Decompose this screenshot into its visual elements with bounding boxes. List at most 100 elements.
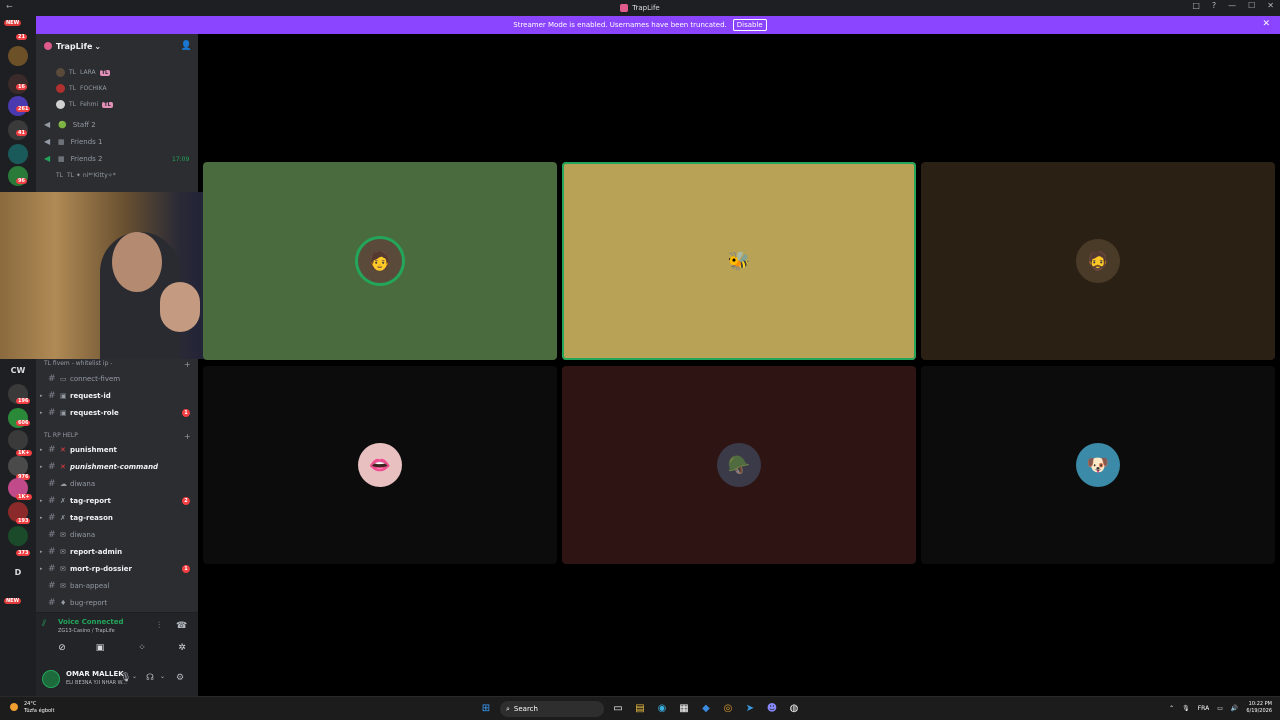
minimize-button[interactable]: — [1228,1,1236,10]
channel-punishment-command[interactable]: ▸ # ✕ punishment-command [40,459,196,474]
participant-tile[interactable]: 🪖 [562,366,916,564]
noise-suppression-icon[interactable]: ⫶ [158,621,160,631]
signal-icon[interactable]: ⫽ [42,619,46,629]
streamer-hands [160,282,200,332]
discord-icon[interactable]: ☻ [764,701,780,717]
participant-tile[interactable]: 👄 [203,366,557,564]
unread-badge: 1 [182,408,190,417]
store-icon[interactable]: ▦ [676,701,692,717]
server-name: TrapLife [56,41,93,51]
obs-icon[interactable]: ◍ [786,701,802,717]
activities-button[interactable]: ⁘ [126,643,158,658]
server-cw[interactable]: CW [8,366,28,375]
maximize-button[interactable]: ☐ [1248,1,1255,10]
expand-icon: ▸ [40,463,43,470]
channel-emoji: ♦ [60,598,67,607]
participant-tile[interactable]: 🧑 [203,162,557,360]
camera-off-button[interactable]: ⊘ [46,643,78,658]
clock-time: 10:22 PM [1248,701,1272,707]
volume-icon[interactable]: 🔊 [1231,705,1238,712]
mention-badge: 606 [16,420,31,426]
chevron-down-icon: ⌄ [94,41,102,51]
mention-badge: 16 [16,84,27,90]
network-icon[interactable]: ▭ [1217,705,1223,712]
participant-tile[interactable]: 🧔 [921,162,1275,360]
cloud-icon: ☁ [60,479,67,488]
channel-ban-appeal[interactable]: # ✉ ban-appeal [40,578,196,593]
disable-streamer-button[interactable]: Disable [732,19,767,31]
channel-request-id[interactable]: ▸ # ▣ request-id [40,388,196,403]
voice-user[interactable]: TL Fehmi TL [56,100,113,109]
voice-user[interactable]: TL FOCHIKA [56,84,107,93]
task-view-icon[interactable]: ▭ [610,701,626,717]
channel-punishment[interactable]: ▸ # ✕ punishment [40,442,196,457]
server-icon[interactable] [8,526,28,546]
hash-icon: # [48,580,56,591]
voice-user[interactable]: TL TL ✦ ni*ᵏKitty✧* [56,172,116,179]
voice-location[interactable]: ZG13-Casino / TrapLife [58,628,115,634]
user-tag: TL [69,85,77,92]
soundboard-button[interactable]: ✲ [166,643,198,658]
start-icon[interactable]: ⊞ [478,701,494,717]
channel-connect-fivem[interactable]: # ▭ connect-fivem [40,371,196,386]
voice-channel-staff-2[interactable]: ◀ 🟢 Staff 2 [44,121,96,130]
avatar[interactable] [42,670,60,688]
windows-taskbar: 24°C Tüzfa égbolt ⊞ ⌕ Search ▭ ▤ ◉ ▦ ◆ ◎… [0,696,1280,720]
channel-name: Staff 2 [72,121,96,129]
invite-user-icon[interactable]: 👤 [181,41,192,51]
microphone-icon[interactable]: 🎙 [120,673,131,683]
participant-tile[interactable]: 🐝 [562,162,916,360]
clock[interactable]: 10:22 PM 6/19/2026 [1246,701,1272,715]
file-explorer-icon[interactable]: ▤ [632,701,648,717]
app-icon[interactable]: ◆ [698,701,714,717]
server-d[interactable]: D [8,568,28,577]
disconnect-icon[interactable]: ☎ [176,621,187,631]
window-title: TrapLife [632,4,660,12]
screen-share-button[interactable]: ▣ [84,643,116,658]
chevron-down-icon[interactable]: ⌄ [160,673,165,680]
username[interactable]: OMAR MALLEK [66,670,124,678]
mic-icon[interactable]: 🎙 [1182,705,1190,712]
channel-request-role[interactable]: ▸ # ▣ request-role 1 [40,405,196,420]
channel-tag-reason[interactable]: ▸ # ✗ tag-reason [40,510,196,525]
title-bar: ← TrapLife □ ? — ☐ ✕ [0,0,1280,16]
server-icon[interactable] [8,46,28,66]
user-panel: OMAR MALLEK ELI BE3NA Y.II NHAR W... 🎙 ⌄… [36,662,198,696]
channel-tag-report[interactable]: ▸ # ✗ tag-report 2 [40,493,196,508]
close-window-button[interactable]: ✕ [1267,1,1274,10]
back-arrow-icon[interactable]: ← [6,2,13,11]
category-rp-help[interactable]: TL RP HELP + [44,432,191,441]
steam-icon[interactable]: ➤ [742,701,758,717]
voice-channel-friends-2[interactable]: ◀ ▦ Friends 2 17:09 [44,155,189,164]
server-icon[interactable] [8,144,28,164]
participant-tile[interactable]: 🐶 [921,366,1275,564]
server-icon[interactable] [8,430,28,450]
help-icon[interactable]: ? [1212,1,1216,10]
chrome-icon[interactable]: ◎ [720,701,736,717]
channel-diwana[interactable]: # ✉ diwana [40,527,196,542]
add-channel-icon[interactable]: + [184,360,191,369]
chevron-up-icon[interactable]: ⌃ [1169,705,1174,712]
edge-icon[interactable]: ◉ [654,701,670,717]
channel-name: mort-rp-dossier [70,564,132,573]
taskbar-search[interactable]: ⌕ Search [500,701,604,717]
settings-gear-icon[interactable]: ⚙ [176,673,184,683]
channel-name: request-id [70,391,111,400]
voice-user[interactable]: TL LARA TL [56,68,111,77]
headphones-icon[interactable]: ☊ [146,673,154,683]
server-header[interactable]: TrapLife ⌄ 👤 [36,34,198,58]
channel-diwana[interactable]: # ☁ diwana [40,476,196,491]
channel-mort-rp-dossier[interactable]: ▸ # ✉ mort-rp-dossier 1 [40,561,196,576]
chevron-down-icon[interactable]: ⌄ [132,673,137,680]
category-fivem[interactable]: TL fivem - whitelist ip - + [44,360,191,369]
channel-bug-report[interactable]: # ♦ bug-report [40,595,196,610]
close-banner-icon[interactable]: ✕ [1262,19,1270,29]
server-icon[interactable] [8,456,28,476]
language-indicator[interactable]: FRA [1198,705,1209,712]
voice-status[interactable]: Voice Connected [58,618,124,626]
inbox-icon[interactable]: □ [1192,1,1200,10]
weather-widget[interactable]: 24°C Tüzfa égbolt [10,701,54,715]
channel-report-admin[interactable]: ▸ # ✉ report-admin [40,544,196,559]
voice-channel-friends-1[interactable]: ◀ ▦ Friends 1 [44,138,102,147]
add-channel-icon[interactable]: + [184,432,191,441]
